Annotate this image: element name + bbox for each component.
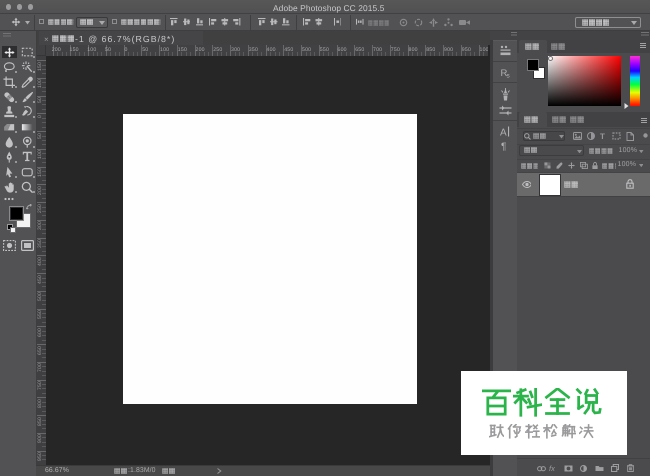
svg-text:s: s	[507, 73, 511, 80]
svg-text:¶: ¶	[501, 142, 506, 153]
svg-text:A: A	[500, 128, 507, 139]
